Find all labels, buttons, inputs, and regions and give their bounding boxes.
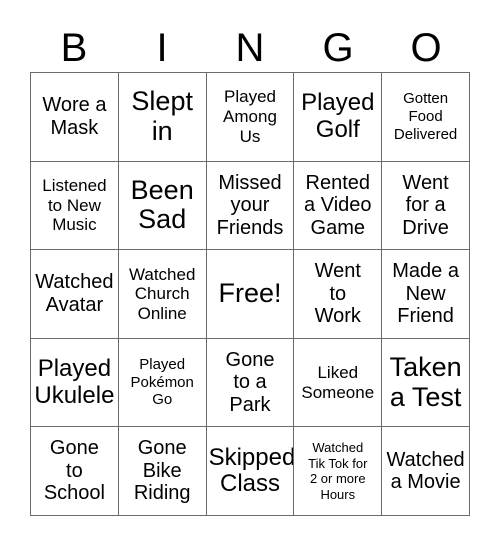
bingo-cell[interactable]: Been Sad	[118, 161, 207, 251]
bingo-cell[interactable]: Missed your Friends	[206, 161, 295, 251]
bingo-cell-label: Gone to School	[43, 437, 105, 505]
bingo-cell-label: Been Sad	[130, 174, 194, 235]
bingo-cell-label: Wore a Mask	[42, 94, 107, 139]
bingo-cell-label: Played Among Us	[223, 87, 277, 146]
bingo-cell-label: Free!	[218, 278, 282, 309]
bingo-cell[interactable]: Listened to New Music	[31, 161, 119, 251]
bingo-cell-label: Gone Bike Riding	[133, 437, 191, 505]
bingo-header-letter-b: B	[60, 26, 88, 70]
bingo-cell-label: Listened to New Music	[42, 176, 107, 235]
bingo-cell-label: Watched Tik Tok for 2 or more Hours	[308, 440, 368, 502]
bingo-cell[interactable]: Watched a Movie	[382, 427, 470, 516]
bingo-cell-label: Slept in	[131, 86, 193, 146]
bingo-cell-free-space[interactable]: Free!	[206, 250, 295, 339]
bingo-cell[interactable]: Gone Bike Riding	[118, 427, 207, 516]
bingo-cell-label: Gone to a Park	[225, 348, 275, 416]
bingo-cell-label: Taken a Test	[389, 351, 462, 412]
bingo-cell-label: Went for a Drive	[402, 171, 449, 239]
bingo-header-letter-i: I	[156, 26, 168, 70]
bingo-cell-label: Missed your Friends	[216, 171, 284, 239]
bingo-grid: Wore a Mask Slept in Played Among Us Pla…	[30, 72, 470, 516]
bingo-cell[interactable]: Played Pokémon Go	[118, 338, 207, 428]
bingo-header-letter-n: N	[235, 26, 265, 70]
bingo-header-letter-o: O	[410, 26, 442, 70]
bingo-cell[interactable]: Played Among Us	[206, 73, 295, 162]
bingo-cell-label: Gotten Food Delivered	[393, 90, 458, 143]
bingo-cell-label: Played Pokémon Go	[130, 356, 194, 409]
bingo-card: B I N G O Wore a Mask Slept in Played Am…	[0, 0, 500, 544]
bingo-cell-label: Watched Avatar	[35, 271, 114, 316]
bingo-cell-label: Skipped Class	[208, 443, 295, 498]
bingo-cell[interactable]: Liked Someone	[294, 338, 383, 428]
bingo-cell[interactable]: Skipped Class	[206, 427, 295, 516]
bingo-cell[interactable]: Wore a Mask	[31, 73, 119, 162]
bingo-header-letter-g: G	[322, 26, 354, 70]
bingo-cell-label: Watched a Movie	[386, 448, 465, 494]
bingo-cell-label: Played Golf	[301, 89, 375, 143]
bingo-cell[interactable]: Taken a Test	[382, 338, 470, 428]
bingo-cell[interactable]: Played Golf	[294, 73, 383, 162]
bingo-cell[interactable]: Went to Work	[294, 250, 383, 339]
bingo-cell-label: Rented a Video Game	[304, 171, 372, 239]
bingo-cell-label: Went to Work	[314, 260, 361, 328]
bingo-cell[interactable]: Watched Tik Tok for 2 or more Hours	[294, 427, 383, 516]
bingo-cell[interactable]: Made a New Friend	[382, 250, 470, 339]
bingo-cell-label: Liked Someone	[301, 363, 375, 402]
bingo-cell[interactable]: Gone to a Park	[206, 338, 295, 428]
bingo-cell[interactable]: Went for a Drive	[382, 161, 470, 251]
bingo-cell[interactable]: Watched Church Online	[118, 250, 207, 339]
bingo-cell[interactable]: Played Ukulele	[31, 338, 119, 428]
bingo-cell-label: Watched Church Online	[128, 264, 196, 323]
bingo-cell[interactable]: Gone to School	[31, 427, 119, 516]
bingo-cell[interactable]: Gotten Food Delivered	[382, 73, 470, 162]
bingo-cell-label: Played Ukulele	[34, 355, 115, 409]
bingo-cell-label: Made a New Friend	[392, 260, 459, 328]
bingo-cell[interactable]: Slept in	[118, 73, 207, 162]
bingo-cell[interactable]: Watched Avatar	[31, 250, 119, 339]
bingo-header-row: B I N G O	[30, 12, 470, 70]
bingo-cell[interactable]: Rented a Video Game	[294, 161, 383, 251]
